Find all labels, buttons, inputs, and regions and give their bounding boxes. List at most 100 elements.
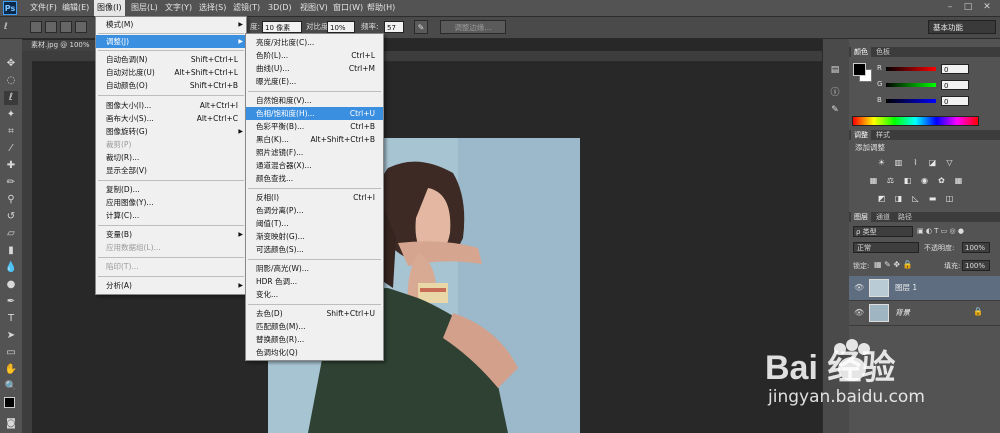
type-tool-icon[interactable]: T bbox=[4, 312, 18, 326]
layer-filter-icons[interactable]: ▣ ◐ T ▭ ◎ ● bbox=[917, 226, 995, 237]
menu-item-equalize[interactable]: 色调均化(Q) bbox=[246, 346, 383, 359]
menu-item-auto-contrast[interactable]: 自动对比度(U) Alt+Shift+Ctrl+L bbox=[96, 66, 246, 79]
menu-image[interactable]: 图像(I) bbox=[94, 0, 125, 16]
tab-styles[interactable]: 样式 bbox=[873, 130, 893, 140]
channel-r-slider[interactable] bbox=[886, 67, 936, 71]
menu-window[interactable]: 窗口(W) bbox=[330, 0, 366, 16]
channel-r-value[interactable]: 0 bbox=[941, 64, 969, 74]
marquee-tool-icon[interactable]: ◌ bbox=[4, 74, 18, 88]
menu-item-curves[interactable]: 曲线(U)... Ctrl+M bbox=[246, 62, 383, 75]
gradient-tool-icon[interactable]: ▮ bbox=[4, 244, 18, 258]
menu-help[interactable]: 帮助(H) bbox=[364, 0, 398, 16]
menu-item-color-lookup[interactable]: 颜色查找... bbox=[246, 172, 383, 185]
color-spectrum-bar[interactable] bbox=[852, 116, 979, 126]
path-select-tool-icon[interactable]: ➤ bbox=[4, 329, 18, 343]
eyedropper-tool-icon[interactable]: ⁄ bbox=[4, 142, 18, 156]
menu-file[interactable]: 文件(F) bbox=[27, 0, 60, 16]
channel-b-slider[interactable] bbox=[886, 99, 936, 103]
visibility-eye-icon[interactable]: 👁 bbox=[854, 308, 864, 317]
menu-item-exposure[interactable]: 曝光度(E)... bbox=[246, 75, 383, 88]
hue-saturation-adjust-icon[interactable]: ▦ bbox=[868, 176, 879, 186]
tab-swatches[interactable]: 色板 bbox=[873, 47, 893, 57]
minimize-icon[interactable]: – bbox=[944, 2, 956, 13]
opacity-field[interactable]: 100% bbox=[962, 242, 990, 253]
brightness-adjust-icon[interactable]: ☀ bbox=[876, 158, 887, 168]
curves-adjust-icon[interactable]: ⌇ bbox=[910, 158, 921, 168]
quick-select-tool-icon[interactable]: ✦ bbox=[4, 108, 18, 122]
invert-adjust-icon[interactable]: ◩ bbox=[876, 194, 887, 204]
selective-color-adjust-icon[interactable]: ◫ bbox=[944, 194, 955, 204]
menu-edit[interactable]: 编辑(E) bbox=[59, 0, 92, 16]
channel-mixer-adjust-icon[interactable]: ✿ bbox=[936, 176, 947, 186]
threshold-adjust-icon[interactable]: ◺ bbox=[910, 194, 921, 204]
history-brush-tool-icon[interactable]: ↺ bbox=[4, 210, 18, 224]
menu-item-variables[interactable]: 变量(B) ▶ bbox=[96, 228, 246, 241]
tab-layers[interactable]: 图层 bbox=[851, 212, 871, 222]
color-lookup-adjust-icon[interactable]: ▦ bbox=[953, 176, 964, 186]
width-field[interactable]: 10 像素 bbox=[262, 21, 302, 33]
healing-tool-icon[interactable]: ✚ bbox=[4, 159, 18, 173]
menu-item-hdr-toning[interactable]: HDR 色调... bbox=[246, 275, 383, 288]
black-white-adjust-icon[interactable]: ◧ bbox=[902, 176, 913, 186]
menu-item-desaturate[interactable]: 去色(D) Shift+Ctrl+U bbox=[246, 307, 383, 320]
blend-mode-select[interactable]: 正常 bbox=[853, 242, 919, 253]
menu-layer[interactable]: 图层(L) bbox=[128, 0, 161, 16]
stamp-tool-icon[interactable]: ⚲ bbox=[4, 193, 18, 207]
exposure-adjust-icon[interactable]: ◪ bbox=[927, 158, 938, 168]
brush-tool-icon[interactable]: ✏ bbox=[4, 176, 18, 190]
menu-item-duplicate[interactable]: 复制(D)... bbox=[96, 183, 246, 196]
zoom-tool-icon[interactable]: 🔍 bbox=[4, 380, 18, 394]
hand-tool-icon[interactable]: ✋ bbox=[4, 363, 18, 377]
menu-item-threshold[interactable]: 阈值(T)... bbox=[246, 217, 383, 230]
tab-paths[interactable]: 路径 bbox=[895, 212, 915, 222]
menu-item-adjustments[interactable]: 调整(J) ▶ bbox=[96, 35, 246, 48]
menu-select[interactable]: 选择(S) bbox=[196, 0, 229, 16]
menu-item-shadows-highlights[interactable]: 阴影/高光(W)... bbox=[246, 262, 383, 275]
move-tool-icon[interactable]: ✥ bbox=[4, 57, 18, 71]
maximize-icon[interactable]: □ bbox=[962, 2, 974, 13]
blur-tool-icon[interactable]: 💧 bbox=[4, 261, 18, 275]
menu-item-levels[interactable]: 色阶(L)... Ctrl+L bbox=[246, 49, 383, 62]
menu-item-auto-tone[interactable]: 自动色调(N) Shift+Ctrl+L bbox=[96, 53, 246, 66]
channel-b-value[interactable]: 0 bbox=[941, 96, 969, 106]
layer-row-layer1[interactable]: 👁 图层 1 bbox=[849, 276, 1000, 301]
menu-item-replace-color[interactable]: 替换颜色(R)... bbox=[246, 333, 383, 346]
channel-g-slider[interactable] bbox=[886, 83, 936, 87]
dodge-tool-icon[interactable]: ● bbox=[4, 278, 18, 292]
fill-field[interactable]: 100% bbox=[962, 260, 990, 271]
menu-item-apply-image[interactable]: 应用图像(Y)... bbox=[96, 196, 246, 209]
menu-item-channel-mixer[interactable]: 通道混合器(X)... bbox=[246, 159, 383, 172]
menu-filter[interactable]: 滤镜(T) bbox=[230, 0, 263, 16]
new-selection-icon[interactable] bbox=[30, 21, 42, 33]
channel-g-value[interactable]: 0 bbox=[941, 80, 969, 90]
layer-row-background[interactable]: 👁 背景 🔒 bbox=[849, 301, 1000, 326]
lasso-tool-icon[interactable]: ℓ bbox=[4, 21, 18, 33]
menu-item-variations[interactable]: 变化... bbox=[246, 288, 383, 301]
menu-item-image-size[interactable]: 图像大小(I)... Alt+Ctrl+I bbox=[96, 99, 246, 112]
menu-item-selective-color[interactable]: 可选颜色(S)... bbox=[246, 243, 383, 256]
photo-filter-adjust-icon[interactable]: ◉ bbox=[919, 176, 930, 186]
brush-panel-icon[interactable]: ✎ bbox=[829, 105, 841, 117]
menu-item-image-rotation[interactable]: 图像旋转(G) ▶ bbox=[96, 125, 246, 138]
pen-pressure-icon[interactable]: ✎ bbox=[414, 20, 428, 34]
add-selection-icon[interactable] bbox=[45, 21, 57, 33]
document-tab[interactable]: 素材.jpg @ 100% bbox=[22, 40, 100, 51]
menu-item-canvas-size[interactable]: 画布大小(S)... Alt+Ctrl+C bbox=[96, 112, 246, 125]
close-icon[interactable]: ✕ bbox=[981, 2, 993, 13]
workspace-select[interactable]: 基本功能 bbox=[928, 20, 996, 34]
refine-edge-button[interactable]: 调整边缘... bbox=[440, 20, 506, 34]
menu-item-hue-saturation[interactable]: 色相/饱和度(H)... Ctrl+U bbox=[246, 107, 383, 120]
crop-tool-icon[interactable]: ⌗ bbox=[4, 125, 18, 139]
history-panel-icon[interactable]: ▤ bbox=[829, 65, 841, 77]
eraser-tool-icon[interactable]: ▱ bbox=[4, 227, 18, 241]
pen-tool-icon[interactable]: ✒ bbox=[4, 295, 18, 309]
foreground-color-swatch[interactable] bbox=[853, 63, 866, 76]
tab-color[interactable]: 颜色 bbox=[851, 47, 871, 57]
menu-item-brightness-contrast[interactable]: 亮度/对比度(C)... bbox=[246, 36, 383, 49]
tab-channels[interactable]: 通道 bbox=[873, 212, 893, 222]
menu-type[interactable]: 文字(Y) bbox=[162, 0, 195, 16]
menu-item-match-color[interactable]: 匹配颜色(M)... bbox=[246, 320, 383, 333]
layer-kind-filter[interactable]: ρ 类型 bbox=[853, 226, 913, 237]
frequency-field[interactable]: 57 bbox=[384, 21, 404, 33]
menu-3d[interactable]: 3D(D) bbox=[265, 0, 295, 16]
